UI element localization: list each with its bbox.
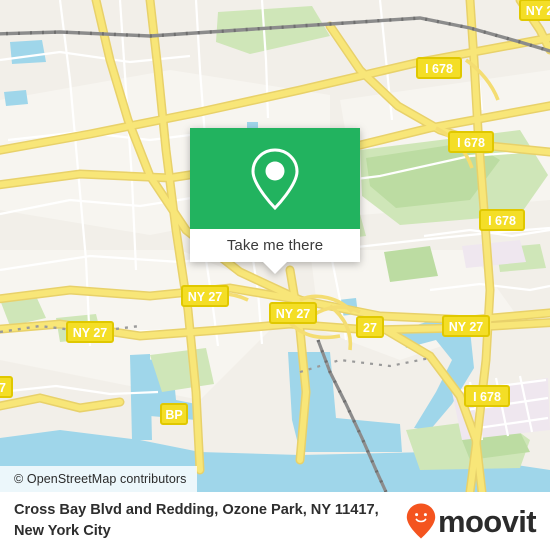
map-pin-icon <box>251 147 299 210</box>
shield-ny-27-right: NY 27 <box>442 315 490 337</box>
footer-bar: Cross Bay Blvd and Redding, Ozone Park, … <box>0 492 550 550</box>
svg-text:NY 27: NY 27 <box>73 326 108 340</box>
take-me-there-callout[interactable]: Take me there <box>190 128 360 274</box>
shield-ny-27-left-upper: NY 27 <box>181 285 229 307</box>
shield-27-center: 27 <box>356 316 384 338</box>
shield-27-edge-left: 27 <box>0 376 13 398</box>
moovit-brand[interactable]: moovit <box>406 503 537 539</box>
svg-text:27: 27 <box>363 321 377 335</box>
shield-i-678-right: I 678 <box>479 209 525 231</box>
shield-bp: BP <box>160 403 188 425</box>
svg-text:I 678: I 678 <box>473 390 501 404</box>
svg-text:NY 27: NY 27 <box>188 290 223 304</box>
callout-header <box>190 128 360 229</box>
location-caption: Cross Bay Blvd and Redding, Ozone Park, … <box>14 502 379 539</box>
take-me-there-label: Take me there <box>226 237 324 254</box>
callout-footer[interactable]: Take me there <box>190 229 360 262</box>
map-attribution[interactable]: © OpenStreetMap contributors <box>0 466 197 492</box>
attribution-text: © OpenStreetMap contributors <box>14 472 187 486</box>
svg-text:NY 27: NY 27 <box>276 307 311 321</box>
svg-text:27: 27 <box>0 381 6 395</box>
svg-text:NY 25: NY 25 <box>526 4 550 18</box>
svg-text:I 678: I 678 <box>425 62 453 76</box>
svg-text:NY 27: NY 27 <box>449 320 484 334</box>
shield-i-678-mid: I 678 <box>448 131 494 153</box>
shield-ny-25: NY 25 <box>519 0 550 21</box>
svg-text:BP: BP <box>165 408 182 422</box>
moovit-wordmark: moovit <box>437 503 537 539</box>
shield-i-678-bottom: I 678 <box>464 385 510 407</box>
moovit-smiley-pin-icon <box>406 503 436 539</box>
moovit-map-screenshot: NY 25 I 678 I 678 I 678 <box>0 0 550 550</box>
callout-pointer-tail <box>263 262 287 274</box>
svg-text:I 678: I 678 <box>488 214 516 228</box>
shield-ny-27-far-left: NY 27 <box>66 321 114 343</box>
svg-text:I 678: I 678 <box>457 136 485 150</box>
shield-ny-27-center: NY 27 <box>269 302 317 324</box>
shield-i-678-top: I 678 <box>416 57 462 79</box>
